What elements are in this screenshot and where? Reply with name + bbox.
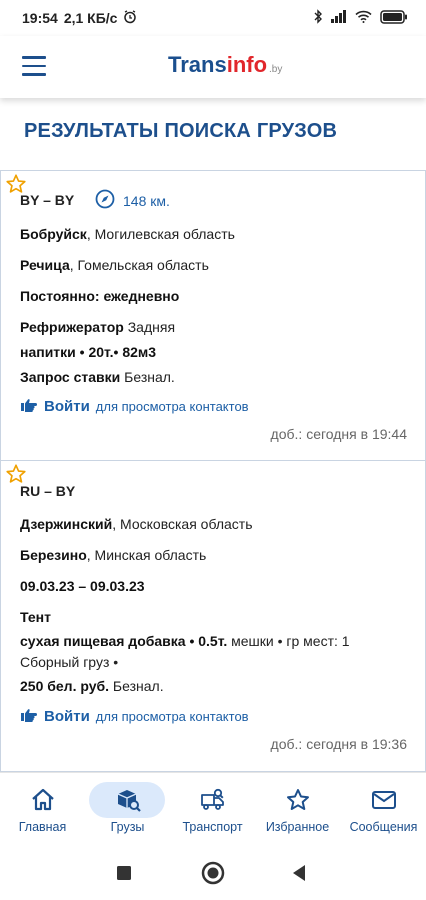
route: BY – BY — [20, 192, 75, 208]
results-list[interactable]: BY – BY 148 км. Бобруйск, Могилевская об… — [0, 170, 426, 772]
price: Запрос ставки Безнал. — [20, 369, 175, 385]
recent-apps-icon[interactable] — [116, 865, 132, 881]
login-hint[interactable]: для просмотра контактов — [96, 709, 249, 724]
from-location: Бобруйск, Могилевская область — [20, 226, 235, 242]
distance[interactable]: 148 км. — [95, 189, 170, 212]
to-location: Речица, Гомельская область — [20, 257, 209, 273]
price: 250 бел. руб. Безнал. — [20, 678, 164, 694]
nav-favorites-label: Избранное — [265, 820, 330, 834]
pointing-hand-icon — [20, 398, 38, 415]
nav-home[interactable]: Главная — [0, 773, 85, 843]
added-time: доб.: сегодня в 19:36 — [270, 736, 407, 752]
added-time: доб.: сегодня в 19:44 — [270, 426, 407, 442]
status-bar: 19:54 2,1 КБ/с — [0, 0, 426, 36]
schedule: Постоянно: ежедневно — [20, 288, 180, 304]
compass-icon — [95, 189, 115, 212]
pointing-hand-icon — [20, 708, 38, 725]
route: RU – BY — [20, 483, 76, 499]
page-title: РЕЗУЛЬТАТЫ ПОИСКА ГРУЗОВ — [24, 120, 338, 142]
nav-favorites[interactable]: Избранное — [255, 773, 340, 843]
home-button-icon[interactable] — [201, 861, 225, 885]
cargo-details-extra: Сборный груз • — [20, 654, 119, 670]
system-navigation-bar — [0, 842, 426, 900]
signal-icon — [331, 10, 347, 26]
distance-value: 148 км. — [123, 192, 170, 209]
menu-icon[interactable] — [22, 56, 46, 76]
status-time: 19:54 — [22, 10, 58, 26]
login-link[interactable]: Войти для просмотра контактов — [20, 398, 249, 415]
nav-transport[interactable]: Транспорт — [170, 773, 255, 843]
truck-type: Рефрижератор Задняя — [20, 319, 176, 335]
login-hint[interactable]: для просмотра контактов — [96, 399, 249, 414]
mail-icon — [371, 791, 396, 809]
to-location: Березино, Минская область — [20, 547, 207, 563]
wifi-icon — [355, 10, 372, 26]
status-net-speed: 2,1 КБ/с — [63, 10, 118, 26]
alarm-icon — [123, 9, 137, 27]
truck-type: Тент — [20, 609, 51, 625]
login-button[interactable]: Войти — [44, 398, 90, 415]
nav-cargo-label: Грузы — [110, 820, 145, 834]
nav-messages-label: Сообщения — [349, 820, 418, 834]
star-icon — [286, 789, 309, 810]
back-icon[interactable] — [291, 864, 307, 882]
bluetooth-icon — [313, 9, 323, 27]
bottom-navigation: Главная Грузы Транспорт Избранное Сообще… — [0, 772, 426, 842]
battery-icon — [380, 9, 408, 27]
nav-home-label: Главная — [18, 820, 67, 834]
transinfo-logo[interactable]: Transinfo .by — [168, 52, 282, 78]
cargo-details: напитки • 20т.• 82м3 — [20, 344, 157, 360]
nav-cargo[interactable]: Грузы — [85, 773, 170, 843]
cargo-search-icon — [117, 790, 141, 812]
nav-messages[interactable]: Сообщения — [341, 773, 426, 843]
cargo-details: сухая пищевая добавка • 0.5т. мешки • гр… — [20, 633, 350, 649]
login-link[interactable]: Войти для просмотра контактов — [20, 708, 249, 725]
truck-search-icon — [200, 788, 224, 810]
cargo-card[interactable]: RU – BY Дзержинский, Московская область … — [0, 460, 426, 772]
home-icon — [31, 788, 54, 811]
from-location: Дзержинский, Московская область — [20, 516, 253, 532]
nav-transport-label: Транспорт — [182, 820, 243, 834]
favorite-star-icon[interactable] — [5, 463, 27, 485]
dates: 09.03.23 – 09.03.23 — [20, 578, 145, 594]
login-button[interactable]: Войти — [44, 708, 90, 725]
cargo-card[interactable]: BY – BY 148 км. Бобруйск, Могилевская об… — [0, 170, 426, 461]
app-header: Transinfo .by — [0, 36, 426, 98]
